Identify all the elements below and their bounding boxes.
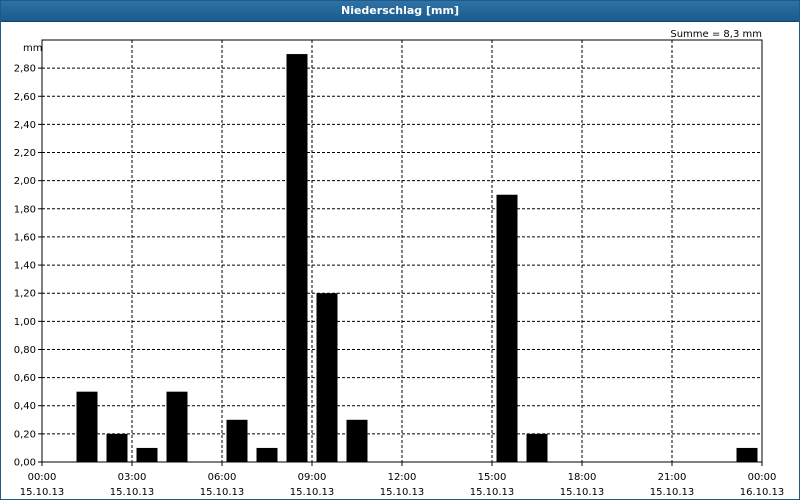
y-tick-label: 0,20 [14,429,36,440]
precipitation-bar [526,433,548,462]
precipitation-bar [256,447,278,462]
x-tick-date-label: 15.10.13 [650,487,695,498]
x-tick-time-label: 06:00 [208,472,237,483]
x-tick-time-label: 12:00 [388,472,417,483]
y-tick-label: 1,40 [14,261,36,272]
y-axis-unit: mm [23,43,42,54]
x-tick-date-label: 15.10.13 [110,487,155,498]
grid-lines [42,40,762,462]
precipitation-bar [286,54,308,463]
y-tick-label: 1,60 [14,232,36,243]
precipitation-bar [496,194,518,462]
y-tick-label: 1,00 [14,317,36,328]
x-tick-date-label: 15.10.13 [200,487,245,498]
chart-window: Niederschlag [mm] 0,00 0,20 0,40 0,60 0,80 1,… [0,0,800,500]
x-tick-time-label: 03:00 [118,472,147,483]
axes: 0,00 0,20 0,40 0,60 0,80 1,00 1,20 1,40 1,60 1,80… [14,39,785,498]
precipitation-bar [226,419,248,462]
y-tick-label: 2,20 [14,148,36,159]
bars [76,54,758,463]
sum-label: Summe = 8,3 mm [670,29,762,40]
precipitation-bar [736,447,758,462]
precipitation-bar [316,293,338,462]
precipitation-bar [136,447,158,462]
x-tick-date-label: 15.10.13 [470,487,515,498]
precipitation-bar [166,391,188,462]
precipitation-bar [106,433,128,462]
x-tick-time-label: 21:00 [658,472,687,483]
y-tick-label: 1,20 [14,289,36,300]
y-tick-label: 2,80 [14,64,36,75]
y-tick-label: 2,60 [14,92,36,103]
y-tick-label: 0,80 [14,345,36,356]
y-tick-label: 2,00 [14,176,36,187]
x-tick-time-label: 15:00 [478,472,507,483]
precipitation-bar [346,419,368,462]
x-tick-date-label: 16.10.13 [740,487,785,498]
window-title: Niederschlag [mm] [1,1,799,22]
precipitation-bar [76,391,98,462]
y-tick-label: 1,80 [14,204,36,215]
x-tick-date-label: 15.10.13 [560,487,605,498]
x-tick-time-label: 18:00 [568,472,597,483]
y-tick-label: 0,40 [14,401,36,412]
precipitation-chart: 0,00 0,20 0,40 0,60 0,80 1,00 1,20 1,40 1,60 1,80… [14,29,785,498]
x-tick-date-label: 15.10.13 [20,487,65,498]
y-tick-label: 2,40 [14,120,36,131]
x-tick-time-label: 00:00 [28,472,57,483]
y-tick-label: 0,00 [14,458,36,469]
x-tick-date-label: 15.10.13 [290,487,335,498]
x-tick-date-label: 15.10.13 [380,487,425,498]
x-tick-time-label: 00:00 [748,472,777,483]
x-tick-time-label: 09:00 [298,472,327,483]
y-tick-label: 0,60 [14,373,36,384]
